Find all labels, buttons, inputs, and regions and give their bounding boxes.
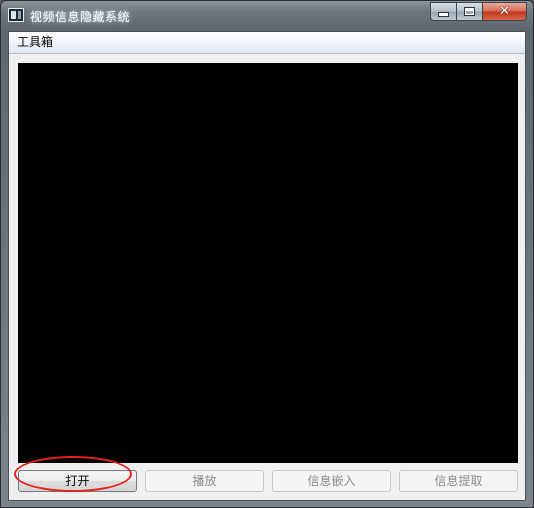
play-button[interactable]: 播放 <box>145 470 264 492</box>
title-bar[interactable]: 视频信息隐藏系统 ✕ <box>1 1 533 31</box>
maximize-button[interactable] <box>457 2 483 21</box>
button-row: 打开 播放 信息嵌入 信息提取 <box>18 470 518 492</box>
client-area: 工具箱 打开 播放 信息嵌入 信息提取 <box>8 31 526 501</box>
video-display <box>18 63 518 463</box>
menu-bar: 工具箱 <box>9 32 525 54</box>
app-icon[interactable] <box>8 8 24 22</box>
extract-info-button[interactable]: 信息提取 <box>399 470 518 492</box>
minimize-button[interactable] <box>430 2 457 21</box>
window-title: 视频信息隐藏系统 <box>30 10 131 24</box>
maximize-icon <box>464 7 475 16</box>
embed-info-button[interactable]: 信息嵌入 <box>272 470 391 492</box>
app-window: 视频信息隐藏系统 ✕ 工具箱 打开 播放 信息嵌入 信息提取 <box>0 0 534 508</box>
close-icon: ✕ <box>499 4 510 19</box>
open-button[interactable]: 打开 <box>18 470 137 492</box>
menu-toolbox[interactable]: 工具箱 <box>13 32 57 53</box>
caption-buttons: ✕ <box>430 2 527 21</box>
close-button[interactable]: ✕ <box>483 2 527 21</box>
minimize-icon <box>438 12 449 17</box>
